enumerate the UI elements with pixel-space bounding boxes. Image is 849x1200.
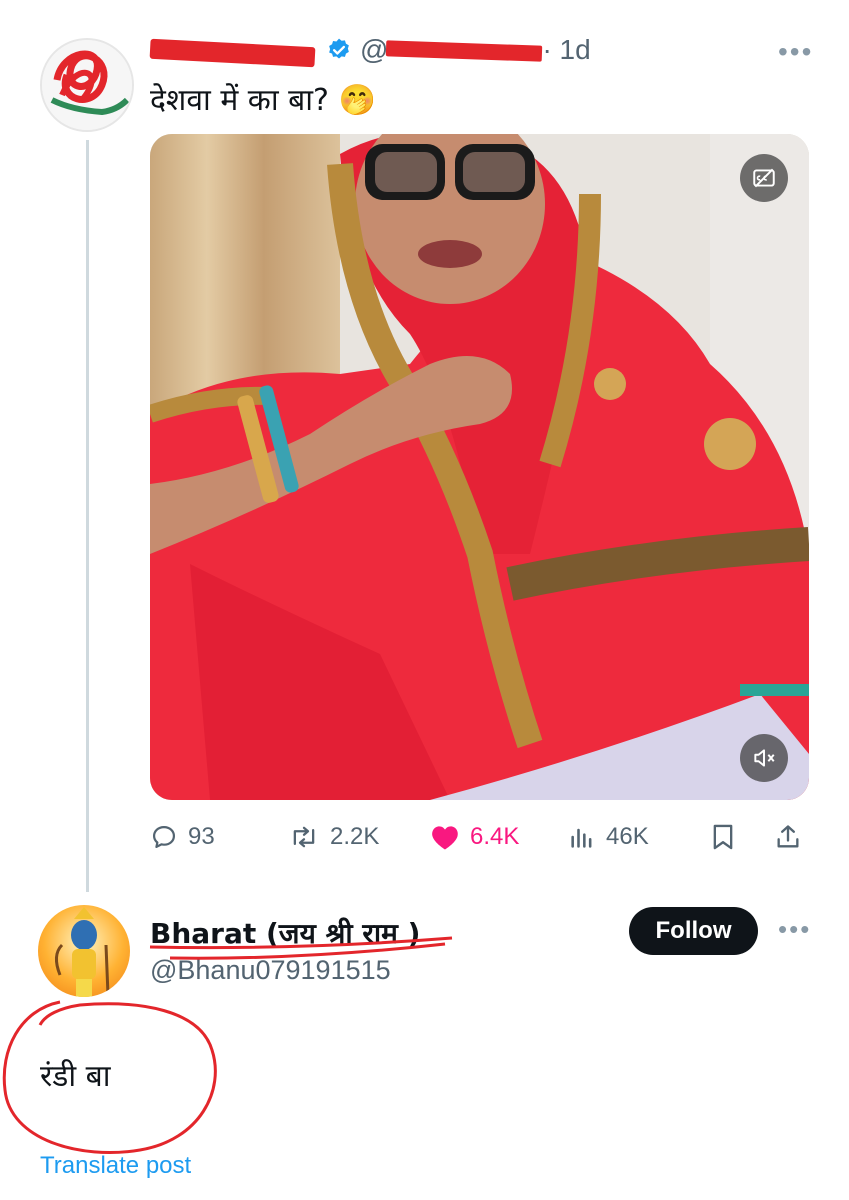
- post-emoji: 🤭: [338, 83, 376, 118]
- bookmark-icon: [713, 824, 733, 850]
- repost-icon: [293, 826, 315, 848]
- share-button[interactable]: [774, 815, 812, 859]
- handle-prefix: @: [360, 34, 389, 65]
- redacted-handle: [390, 39, 540, 61]
- redacted-author-name: [150, 35, 318, 65]
- share-icon: [777, 825, 799, 848]
- verified-badge-icon: [329, 38, 349, 59]
- reply-button[interactable]: 93: [150, 815, 215, 859]
- views-icon: [571, 828, 592, 848]
- reply-author-handle[interactable]: @Bhanu079191515: [150, 955, 391, 986]
- post-handle[interactable]: @ · 1d: [360, 34, 591, 66]
- post-author-row: @ · 1d: [150, 28, 591, 72]
- post-text-body: देशवा में का बा?: [150, 83, 329, 118]
- author-avatar[interactable]: [40, 38, 134, 132]
- thread-line: [86, 140, 89, 892]
- post-text: देशवा में का बा? 🤭: [150, 78, 376, 119]
- translate-post-link[interactable]: Translate post: [40, 1152, 191, 1180]
- like-count: 6.4K: [470, 823, 520, 850]
- reply-more-icon[interactable]: •••: [778, 914, 811, 945]
- reply-avatar[interactable]: [38, 905, 130, 997]
- post-more-icon[interactable]: •••: [778, 36, 813, 68]
- reply-author-name[interactable]: Bharat (जय श्री राम ): [150, 914, 420, 952]
- views-button[interactable]: 46K: [568, 815, 649, 859]
- video-frame: [150, 134, 809, 800]
- repost-button[interactable]: 2.2K: [288, 815, 379, 859]
- post-video[interactable]: [150, 134, 809, 800]
- post-action-bar: 93 2.2K 6.4K 46K: [150, 815, 809, 859]
- reply-text: रंडी बा: [40, 1059, 111, 1094]
- view-count: 46K: [606, 823, 649, 850]
- reply-icon: [152, 825, 176, 849]
- post-time[interactable]: · 1d: [542, 34, 590, 66]
- captions-off-icon[interactable]: [740, 154, 788, 202]
- like-button[interactable]: 6.4K: [430, 815, 519, 859]
- mute-icon[interactable]: [740, 734, 788, 782]
- bookmark-button[interactable]: [710, 815, 746, 859]
- repost-count: 2.2K: [330, 823, 380, 850]
- reply-count: 93: [188, 823, 215, 850]
- follow-button[interactable]: Follow: [629, 907, 758, 955]
- heart-icon: [432, 826, 458, 850]
